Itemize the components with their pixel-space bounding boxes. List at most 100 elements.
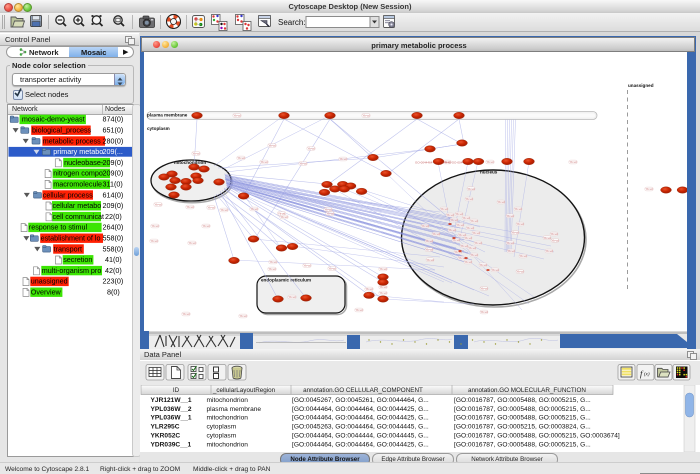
svg-text:Yb-vd: Yb-vd — [379, 291, 387, 295]
svg-text:cell communicat: cell communicat — [53, 212, 105, 221]
svg-text:Yb-vd: Yb-vd — [506, 214, 514, 218]
svg-text:[GO:0044464, GO:0044464, GO:00: [GO:0044464, GO:0044464, GO:0044425, G..… — [292, 441, 429, 448]
svg-text:Yb-vd: Yb-vd — [511, 231, 519, 235]
svg-text:YLR295C: YLR295C — [151, 424, 180, 431]
svg-text:secretion: secretion — [63, 255, 92, 264]
svg-text:223(0): 223(0) — [103, 277, 124, 286]
svg-text:(x): (x) — [644, 373, 650, 378]
svg-text:Yb-vd: Yb-vd — [480, 310, 488, 314]
svg-text:transport: transport — [54, 244, 82, 253]
svg-text:Yb-vd: Yb-vd — [365, 287, 373, 291]
svg-text:42(0): 42(0) — [105, 266, 122, 275]
svg-text:Yb-vd: Yb-vd — [450, 218, 458, 222]
svg-text:651(0): 651(0) — [103, 126, 124, 135]
svg-text:Yb-vd: Yb-vd — [355, 308, 363, 312]
svg-text:primary metabo: primary metabo — [53, 147, 103, 156]
svg-text:209(0): 209(0) — [103, 158, 124, 167]
svg-text:Yb-vd: Yb-vd — [516, 222, 524, 226]
svg-text:Yb-vd: Yb-vd — [448, 228, 456, 232]
svg-text:Yb-vd: Yb-vd — [182, 312, 190, 316]
svg-text:Yb-vd: Yb-vd — [421, 224, 429, 228]
svg-text:[GO:0016787, GO:0005215, GO:00: [GO:0016787, GO:0005215, GO:0003824, G..… — [454, 424, 591, 431]
svg-text:Yb-vd: Yb-vd — [514, 207, 522, 211]
svg-text:Yb-vd: Yb-vd — [303, 264, 311, 268]
svg-text:Yb-vd: Yb-vd — [507, 249, 515, 253]
svg-text:22(0): 22(0) — [105, 212, 122, 221]
svg-text:Yb-vd: Yb-vd — [268, 144, 276, 148]
svg-text:Yb-vd: Yb-vd — [460, 244, 468, 248]
svg-text:Yb-vd: Yb-vd — [151, 224, 159, 228]
svg-text:unassigned: unassigned — [31, 277, 68, 286]
svg-text:plasma membrane: plasma membrane — [147, 113, 188, 118]
svg-text:209(0): 209(0) — [103, 169, 124, 178]
svg-text:Yb-vd: Yb-vd — [486, 160, 494, 164]
svg-text:Yb-vd: Yb-vd — [464, 260, 472, 264]
svg-text:nucleus: nucleus — [480, 170, 498, 175]
svg-text:YKR052C: YKR052C — [151, 433, 181, 440]
svg-text:[GO:0016787, GO:0005488, GO:00: [GO:0016787, GO:0005488, GO:0005215, GO:… — [454, 433, 620, 440]
svg-text:Yb-vd: Yb-vd — [467, 187, 475, 191]
svg-text:Yb-vd: Yb-vd — [260, 160, 268, 164]
svg-text:Yb-vd: Yb-vd — [362, 114, 370, 118]
svg-text:Yb-vd: Yb-vd — [472, 231, 480, 235]
svg-text:metabolic process: metabolic process — [43, 136, 101, 145]
svg-text:Yb-vd: Yb-vd — [519, 254, 527, 258]
svg-text:Yb-vd: Yb-vd — [188, 241, 196, 245]
svg-text:Yb-vd: Yb-vd — [150, 239, 158, 243]
svg-text:nitrogen compo: nitrogen compo — [53, 169, 103, 178]
svg-text:Yb-vd: Yb-vd — [550, 232, 558, 236]
svg-text:Yb-vd: Yb-vd — [480, 287, 488, 291]
svg-text:annotation.GO CELLULAR_COMPONE: annotation.GO CELLULAR_COMPONENT — [303, 387, 423, 394]
svg-text:Yb-vd: Yb-vd — [645, 187, 653, 191]
svg-text:Yb-vd: Yb-vd — [379, 285, 387, 289]
svg-text:macromolecule: macromolecule — [53, 180, 102, 189]
svg-text:nucleobase-: nucleobase- — [64, 158, 104, 167]
svg-text:41(0): 41(0) — [105, 255, 122, 264]
svg-text:Yb-vd: Yb-vd — [202, 224, 210, 228]
svg-text:Yb-vd: Yb-vd — [516, 270, 524, 274]
svg-text:YJR121W__1: YJR121W__1 — [151, 397, 192, 404]
svg-text:[GO:0045267, GO:0045261, GO:00: [GO:0045267, GO:0045261, GO:0044464, G..… — [292, 397, 429, 404]
svg-text:Yb-vd: Yb-vd — [455, 212, 463, 216]
svg-text:Yb-vd: Yb-vd — [237, 156, 245, 160]
svg-text:Yb-vd: Yb-vd — [456, 223, 464, 227]
svg-text:280(0): 280(0) — [103, 136, 124, 145]
svg-text:Yb-vd: Yb-vd — [220, 208, 228, 212]
svg-text:Yb-vd: Yb-vd — [233, 114, 241, 118]
svg-text:mitochondrion: mitochondrion — [207, 441, 249, 448]
svg-text:Yb-vd: Yb-vd — [497, 200, 505, 204]
svg-text:Yb-vd: Yb-vd — [154, 203, 162, 207]
svg-text:YPL036W__2: YPL036W__2 — [151, 406, 192, 413]
svg-text:558(0): 558(0) — [103, 244, 124, 253]
svg-text:614(0): 614(0) — [103, 190, 124, 199]
svg-text:209(...: 209(... — [103, 147, 123, 156]
svg-text:mitochondrion: mitochondrion — [207, 397, 249, 404]
svg-text:[GO:0016787, GO:0005488, GO:00: [GO:0016787, GO:0005488, GO:0005215, G..… — [454, 397, 591, 404]
svg-text:cytoplasm: cytoplasm — [207, 433, 237, 440]
svg-text:Yb-vd: Yb-vd — [379, 267, 387, 271]
svg-text:Yb-vd: Yb-vd — [446, 213, 454, 217]
svg-text:Yb-vd: Yb-vd — [269, 260, 277, 264]
svg-text:mosaic-demo-yeast: mosaic-demo-yeast — [22, 115, 85, 124]
svg-text:[GO:0016787, GO:0005488, GO:00: [GO:0016787, GO:0005488, GO:0005215, G..… — [454, 415, 591, 422]
svg-text:Search:: Search: — [278, 18, 306, 27]
svg-text:Yb-vd: Yb-vd — [432, 232, 440, 236]
svg-text:[GO:0044464, GO:0044444, GO:00: [GO:0044464, GO:0044444, GO:0044445, G..… — [292, 433, 429, 440]
svg-text:response to stimul: response to stimul — [29, 223, 88, 232]
svg-text:264(0): 264(0) — [103, 223, 124, 232]
svg-text:Yb-vd: Yb-vd — [440, 207, 448, 211]
svg-text:Yb-vd: Yb-vd — [426, 258, 434, 262]
svg-text:Yb-vd: Yb-vd — [307, 147, 315, 151]
svg-text:_cellularLayoutRegion: _cellularLayoutRegion — [212, 387, 276, 394]
svg-text:8(0): 8(0) — [107, 288, 120, 297]
svg-text:cellular metabo: cellular metabo — [53, 201, 102, 210]
svg-text:874(0): 874(0) — [103, 115, 124, 124]
svg-text:Yb-vd: Yb-vd — [192, 152, 200, 156]
svg-text:mitochondrion: mitochondrion — [174, 160, 206, 165]
svg-text:multi-organism pro: multi-organism pro — [42, 266, 102, 275]
svg-text:establishment of lo: establishment of lo — [41, 234, 101, 243]
svg-text:annotation.GO MOLECULAR_FUNCTI: annotation.GO MOLECULAR_FUNCTION — [468, 387, 586, 394]
svg-text:Yb-vd: Yb-vd — [250, 207, 258, 211]
svg-text:[GO:0016787, GO:0005488, GO:00: [GO:0016787, GO:0005488, GO:0005215, G..… — [454, 406, 591, 413]
svg-text:[GO:0044464, GO:0044464, GO:00: [GO:0044464, GO:0044464, GO:0044425, G..… — [292, 415, 429, 422]
